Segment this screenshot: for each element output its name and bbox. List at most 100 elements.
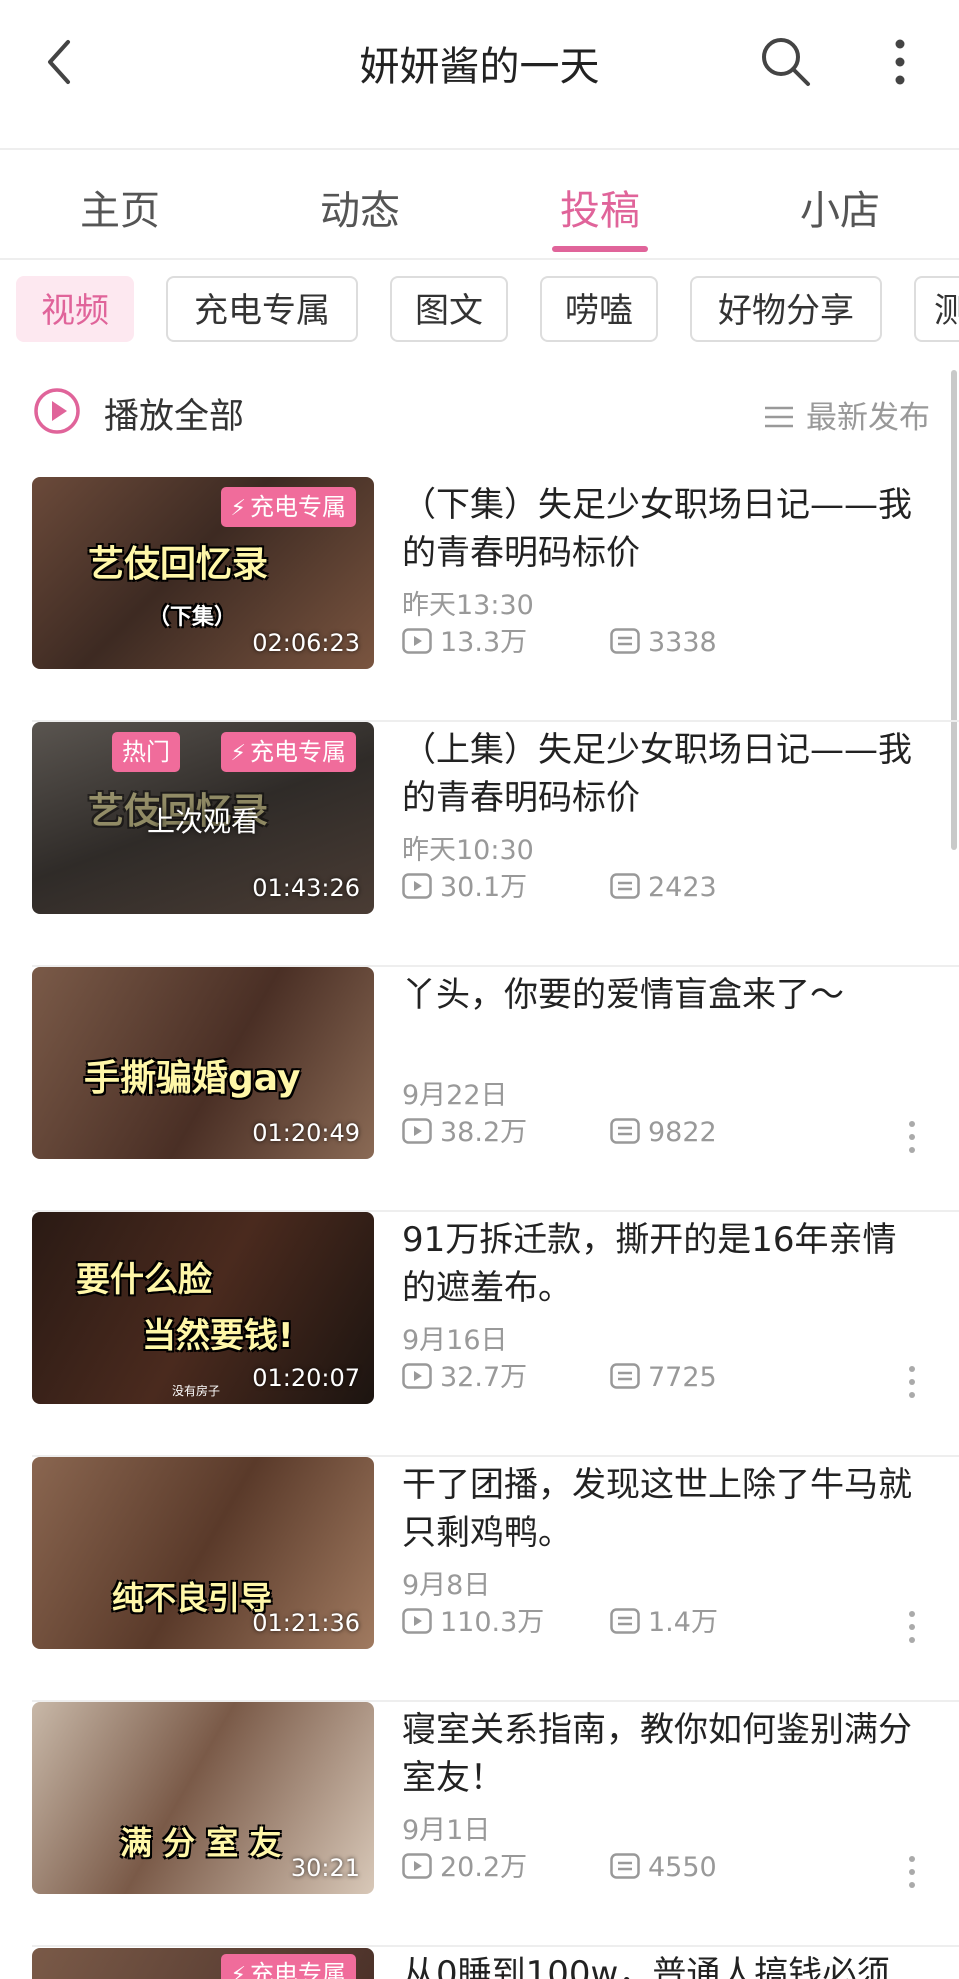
video-thumbnail[interactable]: 热门 ⚡ 充电专属 艺伎回忆录 上次观看 01:43:26 <box>32 722 374 914</box>
video-stats: 110.3万 1.4万 <box>402 1603 922 1643</box>
thumbnail-small-text: 没有房子 <box>172 1384 221 1398</box>
video-item[interactable]: 手撕骗婚gay 01:20:49 丫头，你要的爱情盲盒来了～ 9月22日 38.… <box>0 967 959 1212</box>
video-duration: 01:21:36 <box>252 1609 360 1637</box>
sort-button[interactable]: 最新发布 <box>764 392 930 437</box>
thumbnail-subcaption: （下集） <box>148 605 237 630</box>
play-all-label[interactable]: 播放全部 <box>104 388 244 439</box>
video-item[interactable]: 热门 ⚡ 充电专属 艺伎回忆录 上次观看 01:43:26 （上集）失足少女职场日… <box>0 722 959 967</box>
video-duration: 01:20:49 <box>252 1119 360 1147</box>
chip-good-items[interactable]: 好物分享 <box>690 276 882 342</box>
video-thumbnail[interactable]: ⚡ 充电专属 <box>32 1948 374 1979</box>
more-vertical-icon <box>895 39 905 85</box>
chip-more[interactable]: 测 <box>914 276 959 342</box>
comment-icon <box>610 1607 640 1634</box>
comment-icon <box>610 872 640 899</box>
lightning-icon: ⚡ <box>230 496 246 521</box>
video-thumbnail[interactable]: 纯不良引导 01:21:36 <box>32 1457 374 1649</box>
video-title[interactable]: 91万拆迁款，撕开的是16年亲情的遮羞布。 <box>402 1216 922 1312</box>
comment-count: 2423 <box>610 868 717 908</box>
video-item[interactable]: 要什么脸 当然要钱! 没有房子 01:20:07 91万拆迁款，撕开的是16年亲… <box>0 1212 959 1457</box>
video-title[interactable]: 干了团播，发现这世上除了牛马就只剩鸡鸭。 <box>402 1461 922 1557</box>
video-title[interactable]: 丫头，你要的爱情盲盒来了～ <box>402 971 922 1019</box>
comment-icon <box>610 1362 640 1389</box>
video-title[interactable]: （上集）失足少女职场日记——我的青春明码标价 <box>402 726 922 822</box>
video-duration: 01:20:07 <box>252 1364 360 1392</box>
play-count-icon <box>402 627 432 654</box>
comment-icon <box>610 1852 640 1879</box>
more-vertical-icon <box>909 1121 915 1153</box>
comment-icon <box>610 627 640 654</box>
video-title[interactable]: 寝室关系指南，教你如何鉴别满分室友！ <box>402 1706 922 1802</box>
video-thumbnail[interactable]: 满 分 室 友 30:21 <box>32 1702 374 1894</box>
video-item-partial[interactable]: ⚡ 充电专属 从0睡到100w，普通人搞钱必须 <box>0 1948 959 1979</box>
item-divider <box>32 1945 959 1947</box>
comment-count: 7725 <box>610 1358 717 1398</box>
chip-image-text[interactable]: 图文 <box>390 276 508 342</box>
play-count-icon <box>402 872 432 899</box>
video-title[interactable]: （下集）失足少女职场日记——我的青春明码标价 <box>402 481 922 577</box>
search-button[interactable] <box>756 32 816 92</box>
lightning-icon: ⚡ <box>230 741 246 766</box>
video-thumbnail[interactable]: 要什么脸 当然要钱! 没有房子 01:20:07 <box>32 1212 374 1404</box>
video-stats: 38.2万 9822 <box>402 1113 922 1153</box>
video-item[interactable]: ⚡ 充电专属 艺伎回忆录 （下集） 02:06:23 （下集）失足少女职场日记——… <box>0 477 959 722</box>
thumbnail-caption-2: 当然要钱! <box>142 1316 294 1356</box>
video-title[interactable]: 从0睡到100w，普通人搞钱必须 <box>402 1950 922 1979</box>
comment-count: 1.4万 <box>610 1603 718 1643</box>
play-count-icon <box>402 1852 432 1879</box>
video-thumbnail[interactable]: 手撕骗婚gay 01:20:49 <box>32 967 374 1159</box>
comment-count: 3338 <box>610 623 717 663</box>
more-vertical-icon <box>909 1856 915 1888</box>
play-count-icon <box>402 1607 432 1634</box>
play-circle-icon <box>34 388 80 434</box>
tab-shop[interactable]: 小店 <box>760 178 920 236</box>
list-sort-icon <box>765 406 793 427</box>
comment-count: 4550 <box>610 1848 717 1888</box>
video-thumbnail[interactable]: ⚡ 充电专属 艺伎回忆录 （下集） 02:06:23 <box>32 477 374 669</box>
tab-home[interactable]: 主页 <box>40 178 200 236</box>
tab-dynamics[interactable]: 动态 <box>280 178 440 236</box>
video-item[interactable]: 满 分 室 友 30:21 寝室关系指南，教你如何鉴别满分室友！ 9月1日 20… <box>0 1702 959 1947</box>
tab-bar: 主页 动态 投稿 小店 <box>0 150 959 256</box>
comment-icon <box>610 1117 640 1144</box>
more-vertical-button[interactable] <box>900 1362 924 1402</box>
video-stats: 32.7万 7725 <box>402 1358 922 1398</box>
more-vertical-button[interactable] <box>900 1852 924 1892</box>
view-count: 20.2万 <box>402 1848 527 1888</box>
chip-charge-exclusive[interactable]: 充电专属 <box>166 276 358 342</box>
video-date: 9月16日 <box>402 1325 508 1356</box>
video-duration: 02:06:23 <box>252 629 360 657</box>
chip-chat[interactable]: 唠嗑 <box>540 276 658 342</box>
top-bar: 妍妍酱的一天 <box>0 0 959 148</box>
more-options-button[interactable] <box>880 34 920 90</box>
tab-uploads[interactable]: 投稿 <box>520 178 680 236</box>
view-count: 38.2万 <box>402 1113 527 1153</box>
charge-exclusive-badge: ⚡ 充电专属 <box>220 487 356 527</box>
video-stats: 20.2万 4550 <box>402 1848 922 1888</box>
active-tab-indicator <box>552 246 648 252</box>
play-count-icon <box>402 1117 432 1144</box>
thumbnail-caption: 要什么脸 <box>76 1260 212 1300</box>
more-vertical-icon <box>909 1611 915 1643</box>
view-count: 110.3万 <box>402 1603 544 1643</box>
charge-exclusive-badge: ⚡ 充电专属 <box>220 732 356 772</box>
more-vertical-icon <box>909 1366 915 1398</box>
lightning-icon: ⚡ <box>230 1963 246 1979</box>
more-vertical-button[interactable] <box>900 1607 924 1647</box>
video-date: 昨天10:30 <box>402 835 534 866</box>
comment-count: 9822 <box>610 1113 717 1153</box>
thumbnail-caption: 纯不良引导 <box>112 1579 273 1617</box>
search-icon <box>762 38 810 86</box>
video-date: 9月1日 <box>402 1815 491 1846</box>
chip-video[interactable]: 视频 <box>16 276 134 342</box>
video-duration: 30:21 <box>290 1854 360 1882</box>
play-all-button[interactable] <box>32 386 82 436</box>
last-watched-label: 上次观看 <box>146 805 259 838</box>
sort-label: 最新发布 <box>806 400 930 436</box>
thumbnail-caption: 满 分 室 友 <box>120 1824 282 1862</box>
view-count: 13.3万 <box>402 623 527 663</box>
view-count: 30.1万 <box>402 868 527 908</box>
video-item[interactable]: 纯不良引导 01:21:36 干了团播，发现这世上除了牛马就只剩鸡鸭。 9月8日… <box>0 1457 959 1702</box>
more-vertical-button[interactable] <box>900 1117 924 1157</box>
play-count-icon <box>402 1362 432 1389</box>
